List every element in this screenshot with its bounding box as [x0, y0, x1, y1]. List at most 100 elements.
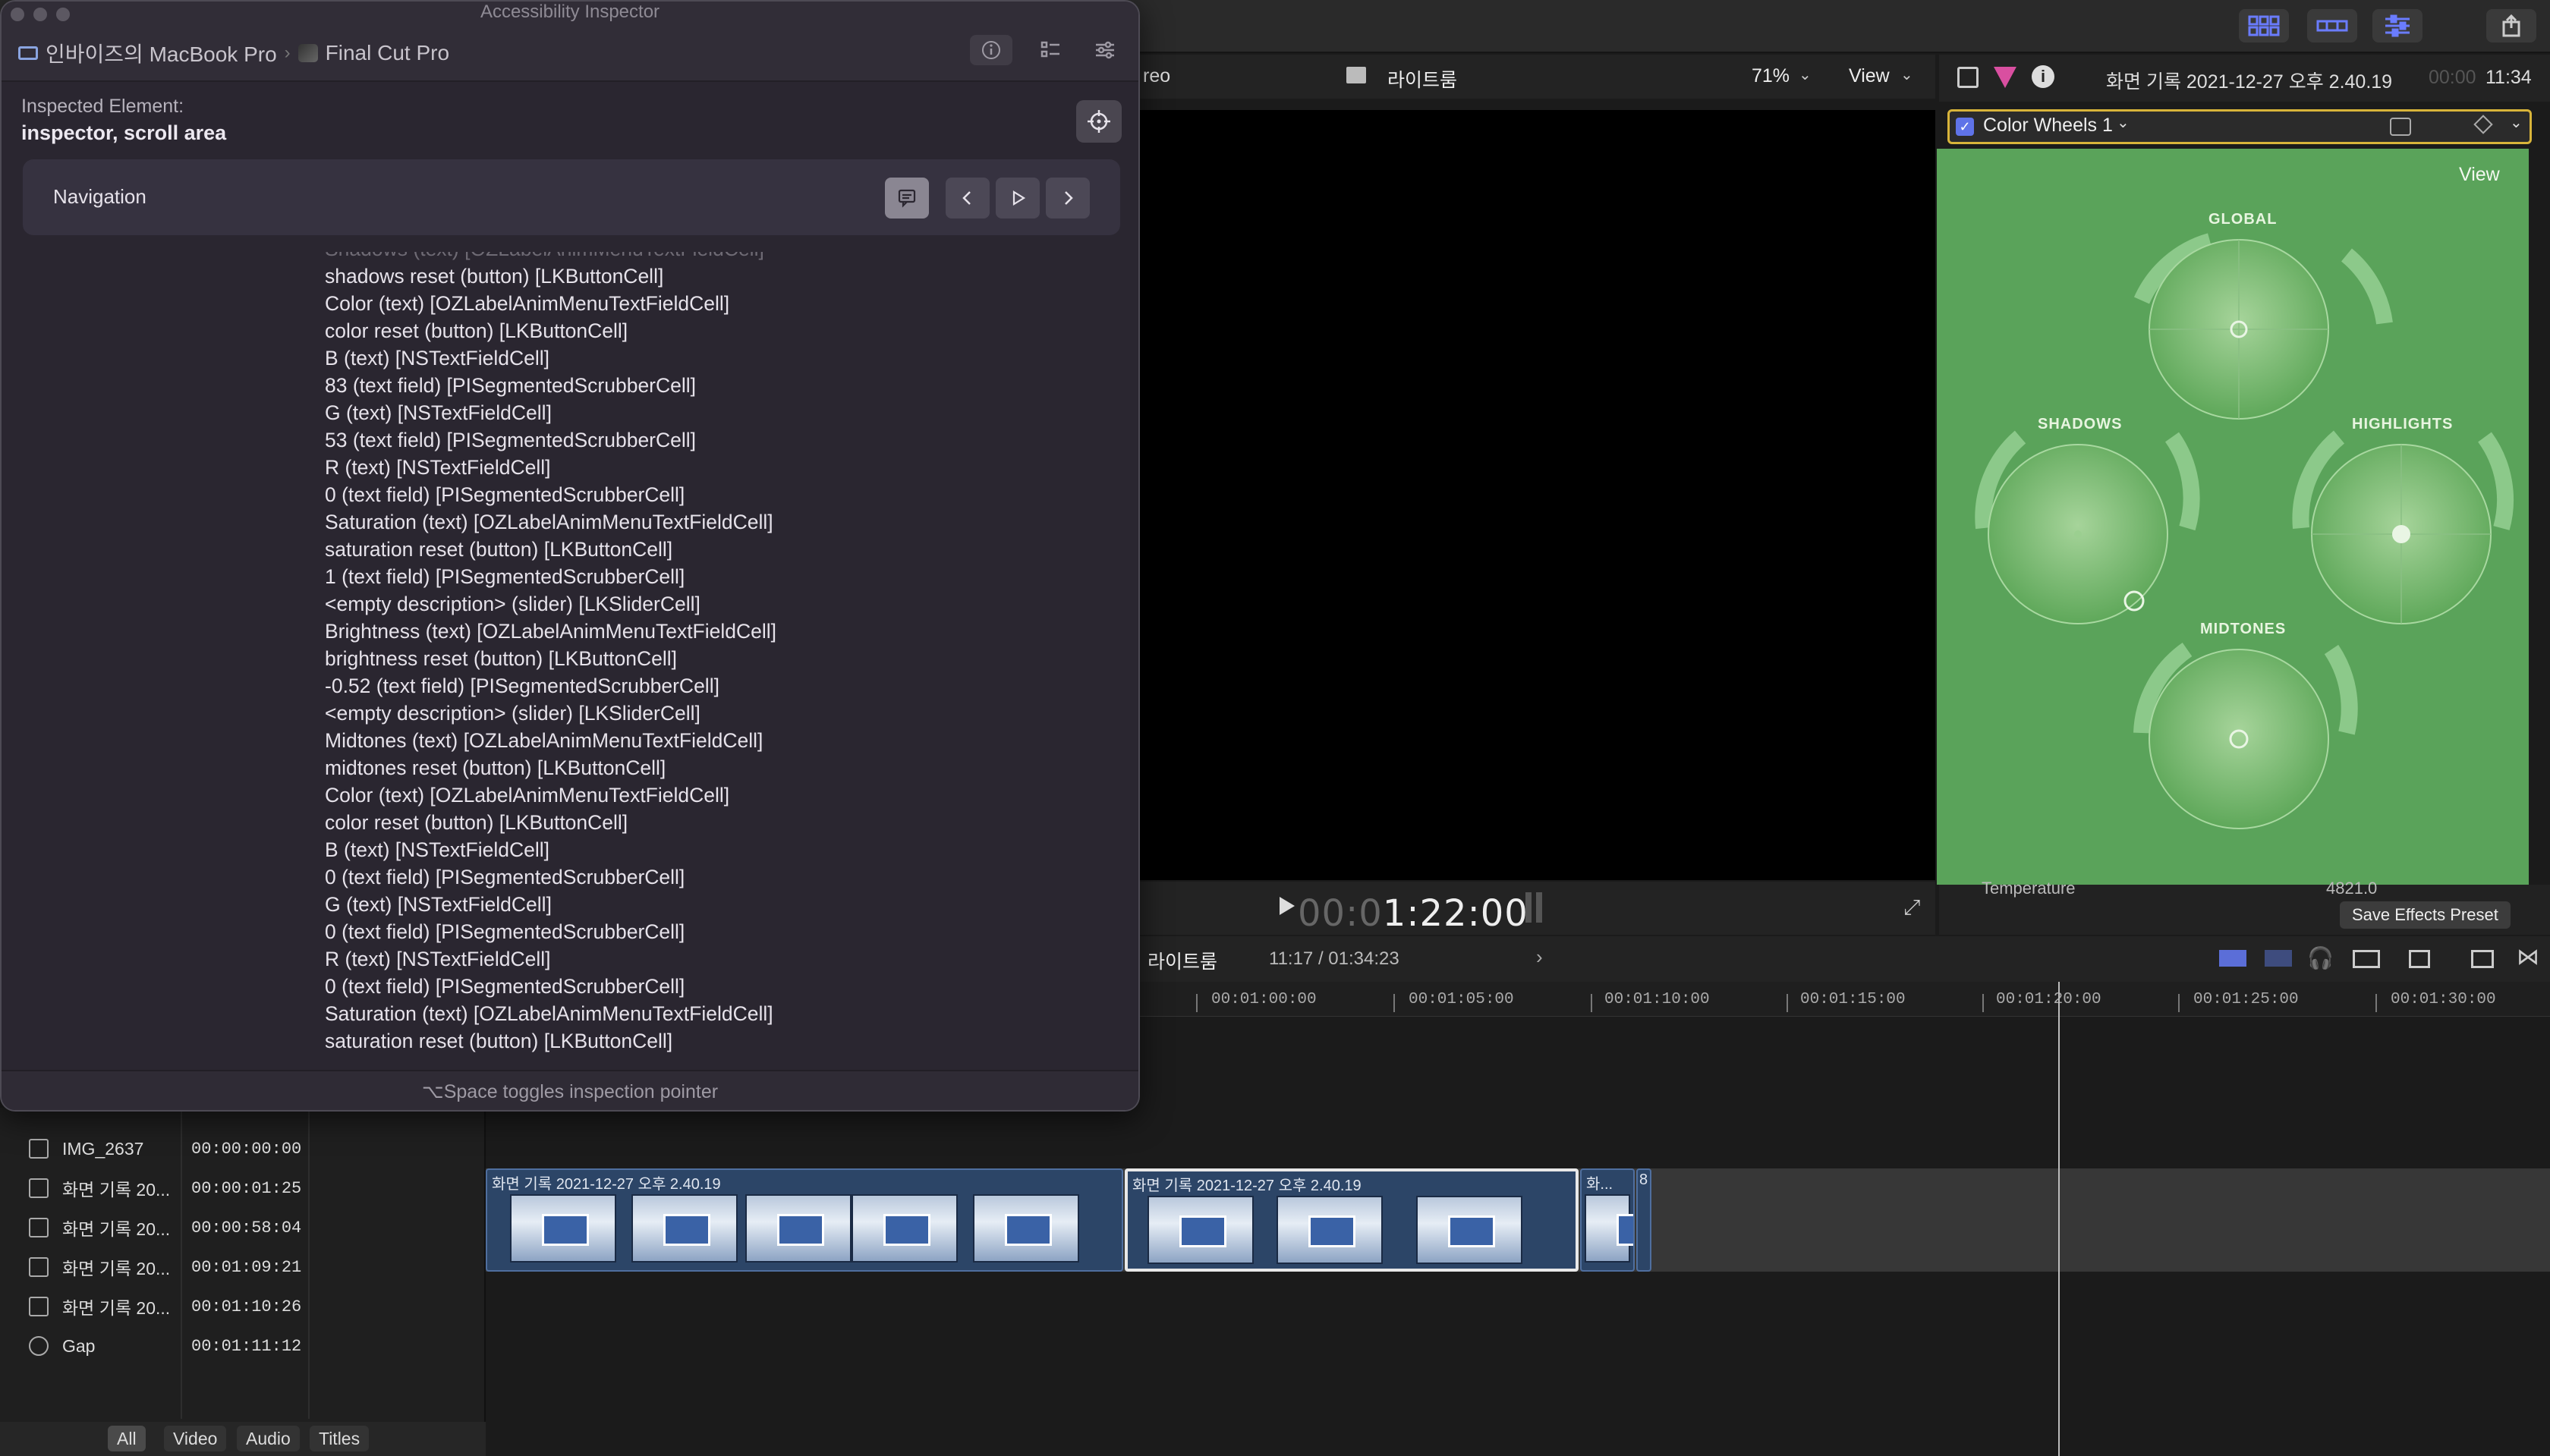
inspection-pointer-button[interactable] [1076, 100, 1122, 143]
hierarchy-item[interactable]: Brightness (text) [OZLabelAnimMenuTextFi… [325, 618, 776, 645]
info-icon[interactable]: i [2032, 65, 2054, 88]
playhead[interactable] [2058, 982, 2060, 1456]
hierarchy-item[interactable]: Color (text) [OZLabelAnimMenuTextFieldCe… [325, 781, 729, 809]
timeline-clip[interactable]: 8 [1636, 1168, 1651, 1272]
playhead-timecode[interactable]: 00:01:22:00 [1298, 892, 1528, 935]
list-item[interactable]: Gap 00:01:11:12 [0, 1326, 486, 1366]
chevron-down-icon[interactable]: ⌄ [2510, 113, 2523, 132]
shadows-wheel[interactable] [1975, 430, 2200, 624]
temperature-value[interactable]: 4821.0 [2326, 879, 2377, 898]
hierarchy-item[interactable]: 0 (text field) [PISegmentedScrubberCell] [325, 973, 685, 1000]
hierarchy-item[interactable]: brightness reset (button) [LKButtonCell] [325, 645, 677, 672]
snapping-icon[interactable] [2219, 950, 2246, 967]
filter-titles[interactable]: Titles [310, 1426, 370, 1451]
ruler-tick-label: 00:01:05:00 [1409, 991, 1514, 1008]
hierarchy-item[interactable]: G (text) [NSTextFieldCell] [325, 399, 552, 426]
timeline-clip-selected[interactable]: 화면 기록 2021-12-27 오후 2.40.19 [1125, 1168, 1579, 1272]
inspector-toggle-button[interactable] [2372, 9, 2422, 42]
headphones-icon[interactable]: 🎧 [2307, 945, 2334, 970]
chevron-right-icon[interactable]: › [1536, 945, 1543, 969]
hierarchy-item[interactable]: <empty description> (slider) [LKSliderCe… [325, 590, 700, 618]
fullscreen-icon[interactable]: ⤢ [1903, 895, 1920, 920]
highlights-wheel[interactable] [2292, 430, 2514, 624]
hierarchy-item[interactable]: 83 (text field) [PISegmentedScrubberCell… [325, 372, 696, 399]
save-effects-preset-button[interactable]: Save Effects Preset [2340, 901, 2511, 929]
skimming-icon[interactable] [2265, 950, 2292, 967]
timeline-clip[interactable]: 화... [1580, 1168, 1635, 1272]
clip-icon [29, 1139, 49, 1159]
hierarchy-item[interactable]: color reset (button) [LKButtonCell] [325, 317, 628, 344]
hierarchy-item[interactable]: 0 (text field) [PISegmentedScrubberCell] [325, 863, 685, 891]
list-item[interactable]: 화면 기록 20... 00:01:10:26 [0, 1287, 486, 1326]
hierarchy-item[interactable]: midtones reset (button) [LKButtonCell] [325, 754, 666, 781]
list-item[interactable]: 화면 기록 20... 00:01:09:21 [0, 1247, 486, 1287]
effect-name[interactable]: Color Wheels 1 [1983, 115, 2113, 137]
hierarchy-item[interactable]: Shadows (text) [OZLabelAnimMenuTextField… [325, 252, 764, 263]
hierarchy-item[interactable]: Midtones (text) [OZLabelAnimMenuTextFiel… [325, 727, 763, 754]
hierarchy-item[interactable]: <empty description> (slider) [LKSliderCe… [325, 700, 700, 727]
inspector-info-button[interactable] [970, 35, 1012, 65]
share-button[interactable] [2486, 9, 2536, 42]
hierarchy-item[interactable]: B (text) [NSTextFieldCell] [325, 836, 549, 863]
navigate-next-button[interactable] [1046, 178, 1090, 219]
ruler-tick [2178, 994, 2180, 1012]
filter-video[interactable]: Video [164, 1426, 227, 1451]
inspector-header: i 화면 기록 2021-12-27 오후 2.40.19 00:00 11:3… [1939, 55, 2550, 102]
filter-audio[interactable]: Audio [237, 1426, 300, 1451]
viewer-view-menu[interactable]: View [1849, 65, 1890, 87]
hierarchy-item[interactable]: saturation reset (button) [LKButtonCell] [325, 1027, 672, 1055]
hierarchy-item[interactable]: 53 (text field) [PISegmentedScrubberCell… [325, 426, 696, 454]
hierarchy-item[interactable]: shadows reset (button) [LKButtonCell] [325, 263, 663, 290]
hierarchy-item[interactable]: B (text) [NSTextFieldCell] [325, 344, 549, 372]
hierarchy-item[interactable]: -0.52 (text field) [PISegmentedScrubberC… [325, 672, 719, 700]
timeline-clip[interactable]: 화면 기록 2021-12-27 오후 2.40.19 [486, 1168, 1123, 1272]
browser-toggle-button[interactable] [2239, 9, 2289, 42]
filter-all[interactable]: All [108, 1426, 146, 1451]
global-wheel[interactable] [2133, 233, 2393, 420]
item-position: 00:00:00:00 [191, 1139, 302, 1159]
clip-appearance-icon[interactable] [2353, 950, 2380, 968]
device-name[interactable]: 인바이즈의 MacBook Pro [46, 38, 277, 68]
window-icon[interactable] [2471, 950, 2494, 968]
hierarchy-item[interactable]: color reset (button) [LKButtonCell] [325, 809, 628, 836]
target-breadcrumb[interactable]: 인바이즈의 MacBook Pro › Final Cut Pro [18, 38, 449, 68]
list-item[interactable]: 화면 기록 20... 00:00:01:25 [0, 1168, 486, 1208]
hierarchy-item[interactable]: 1 (text field) [PISegmentedScrubberCell] [325, 563, 685, 590]
viewer-partial-label: reo [1143, 65, 1171, 86]
hierarchy-item[interactable]: Saturation (text) [OZLabelAnimMenuTextFi… [325, 1000, 773, 1027]
duration-value: 11:34 [2485, 67, 2532, 88]
list-item[interactable]: IMG_2637 00:00:00:00 [0, 1129, 486, 1168]
settings-button[interactable] [1084, 35, 1126, 65]
effect-header[interactable]: ✓ Color Wheels 1 ⌄ ⌄ [1947, 109, 2532, 144]
hierarchy-item[interactable]: Color (text) [OZLabelAnimMenuTextFieldCe… [325, 290, 729, 317]
auto-navigate-button[interactable] [996, 178, 1040, 219]
zoom-menu[interactable]: 71% [1752, 65, 1790, 87]
audit-button[interactable] [1029, 35, 1072, 65]
effect-enable-checkbox[interactable]: ✓ [1956, 118, 1974, 136]
hierarchy-item[interactable]: G (text) [NSTextFieldCell] [325, 891, 552, 918]
app-name[interactable]: Final Cut Pro [326, 41, 449, 65]
film-icon[interactable] [2409, 950, 2430, 968]
navigate-previous-button[interactable] [946, 178, 990, 219]
timeline-ruler[interactable]: 00:01:00:00 00:01:05:00 00:01:10:00 00:0… [1138, 982, 2550, 1017]
close-icon[interactable]: ⋈ [2517, 944, 2539, 970]
color-icon[interactable] [1994, 67, 2016, 88]
film-icon[interactable] [1957, 67, 1979, 88]
keyframe-icon[interactable] [2473, 115, 2493, 134]
hierarchy-item[interactable]: Saturation (text) [OZLabelAnimMenuTextFi… [325, 508, 773, 536]
timeline-project-name[interactable]: 라이트룸 [1148, 947, 1217, 974]
list-item[interactable]: 화면 기록 20... 00:00:58:04 [0, 1208, 486, 1247]
ruler-tick-label: 00:01:20:00 [1996, 991, 2101, 1008]
hierarchy-item[interactable]: 0 (text field) [PISegmentedScrubberCell] [325, 918, 685, 945]
speak-button[interactable] [885, 178, 929, 219]
video-viewer[interactable] [1138, 110, 1935, 880]
mask-icon[interactable] [2390, 118, 2411, 136]
hierarchy-item[interactable]: 0 (text field) [PISegmentedScrubberCell] [325, 481, 685, 508]
hierarchy-item[interactable]: R (text) [NSTextFieldCell] [325, 945, 550, 973]
play-icon[interactable] [1280, 897, 1295, 915]
midtones-wheel[interactable] [2133, 642, 2358, 829]
hierarchy-item[interactable]: saturation reset (button) [LKButtonCell] [325, 536, 672, 563]
hierarchy-item[interactable]: R (text) [NSTextFieldCell] [325, 454, 550, 481]
timeline-toggle-button[interactable] [2307, 9, 2357, 42]
element-hierarchy-list[interactable]: Shadows (text) [OZLabelAnimMenuTextField… [2, 252, 1138, 1070]
